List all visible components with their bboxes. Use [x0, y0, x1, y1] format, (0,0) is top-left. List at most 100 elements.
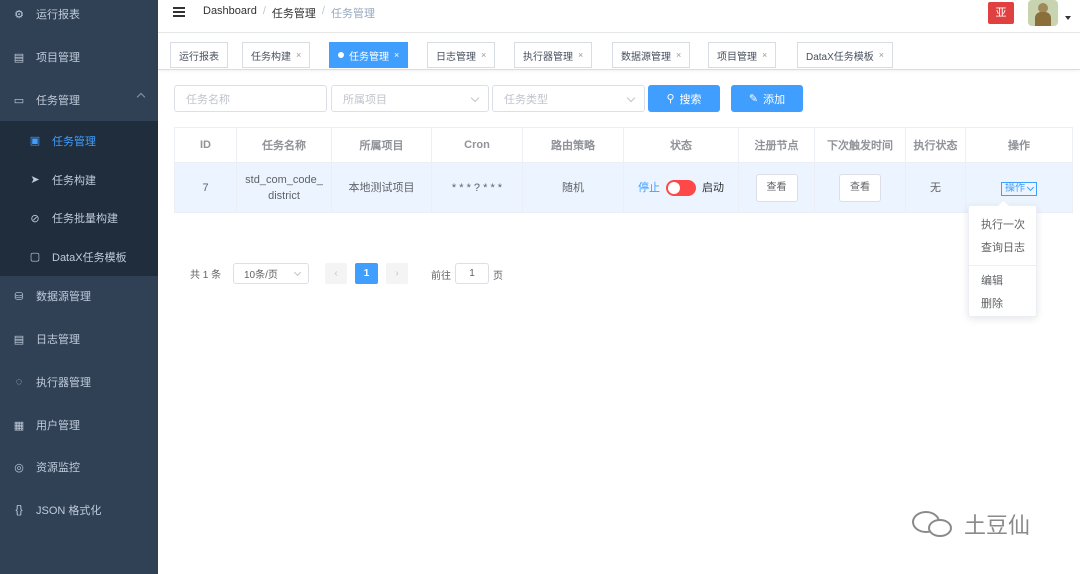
- sidebar-subitem-task-list[interactable]: ▣ 任务管理: [0, 121, 158, 160]
- table-header-row: ID 任务名称 所属项目 Cron 路由策略 状态 注册节点 下次触发时间 执行…: [174, 127, 1073, 163]
- caret-down-icon[interactable]: [1065, 16, 1071, 20]
- close-icon[interactable]: ×: [296, 50, 301, 60]
- cell-nodes: 查看: [738, 162, 815, 213]
- menu-divider: [969, 265, 1036, 266]
- tag-label: DataX任务模板: [806, 51, 874, 63]
- header-task-name: 任务名称: [236, 127, 332, 163]
- chevron-down-icon: [293, 268, 302, 277]
- add-button[interactable]: ✎ 添加: [731, 85, 803, 112]
- breadcrumb-dashboard[interactable]: Dashboard: [203, 5, 257, 21]
- tag-datax-template[interactable]: DataX任务模板 ×: [797, 42, 894, 68]
- tag-dashboard[interactable]: 运行报表: [170, 42, 228, 68]
- close-icon[interactable]: ×: [762, 50, 767, 60]
- project-select-placeholder: 所属项目: [343, 93, 387, 106]
- tag-task-management[interactable]: 任务管理 ×: [329, 42, 409, 68]
- tag-task-build[interactable]: 任务构建 ×: [242, 42, 311, 68]
- log-icon: ▤: [13, 333, 25, 346]
- header-status: 状态: [623, 127, 739, 163]
- status-on-label: 启动: [702, 181, 724, 194]
- tag-datasource[interactable]: 数据源管理 ×: [612, 42, 691, 68]
- avatar[interactable]: [1028, 0, 1058, 26]
- sidebar-subitem-task-build[interactable]: ➤ 任务构建: [0, 160, 158, 199]
- sidebar-item-label: 日志管理: [36, 334, 80, 346]
- sidebar-item-dashboard[interactable]: ⚙ 运行报表: [0, 0, 158, 34]
- sidebar: ⚙ 运行报表 ▤ 项目管理 ▭ 任务管理 ▣ 任务管理 ➤ 任务构建 ⊘ 任务批…: [0, 0, 158, 574]
- menu-item-query-log[interactable]: 查询日志: [981, 239, 1025, 255]
- sidebar-item-label: 任务批量构建: [52, 213, 118, 225]
- sidebar-item-log[interactable]: ▤ 日志管理: [0, 319, 158, 359]
- tag-label: 日志管理: [436, 51, 476, 63]
- menu-item-run-once[interactable]: 执行一次: [981, 216, 1025, 232]
- header-nodes: 注册节点: [738, 127, 815, 163]
- batch-icon: ⊘: [30, 212, 40, 225]
- task-name-input[interactable]: 任务名称: [174, 85, 327, 112]
- cell-next-trigger: 查看: [814, 162, 906, 213]
- page-size-select[interactable]: 10条/页: [233, 263, 309, 284]
- sidebar-item-label: DataX任务模板: [52, 251, 127, 264]
- close-icon[interactable]: ×: [578, 50, 583, 60]
- header-next-trigger: 下次触发时间: [814, 127, 906, 163]
- tag-executor[interactable]: 执行器管理 ×: [514, 42, 593, 68]
- status-toggle[interactable]: [666, 179, 696, 196]
- close-icon[interactable]: ×: [879, 50, 884, 60]
- header-actions: 操作: [965, 127, 1073, 163]
- search-button[interactable]: ⚲ 搜索: [648, 85, 720, 112]
- monitor-icon: ◎: [14, 461, 24, 474]
- sidebar-item-executor[interactable]: ◌ 执行器管理: [0, 362, 158, 402]
- watermark-text: 土豆仙: [964, 513, 1031, 538]
- goto-label: 前往: [431, 271, 451, 282]
- goto-suffix: 页: [493, 271, 503, 282]
- goto-page-input[interactable]: 1: [455, 263, 489, 284]
- close-icon[interactable]: ×: [481, 50, 486, 60]
- header-project: 所属项目: [331, 127, 432, 163]
- actions-dropdown-trigger[interactable]: 操作: [1001, 181, 1037, 196]
- task-table: ID 任务名称 所属项目 Cron 路由策略 状态 注册节点 下次触发时间 执行…: [174, 127, 1073, 213]
- next-page-button[interactable]: ›: [386, 263, 408, 284]
- sidebar-item-monitor[interactable]: ◎ 资源监控: [0, 447, 158, 487]
- template-icon: ▢: [29, 251, 41, 263]
- tag-project[interactable]: 项目管理 ×: [708, 42, 777, 68]
- tag-log[interactable]: 日志管理 ×: [427, 42, 496, 68]
- chevron-down-icon: [1026, 183, 1035, 191]
- view-next-trigger-button[interactable]: 查看: [839, 173, 881, 202]
- menu-item-delete[interactable]: 删除: [981, 295, 1003, 311]
- task-type-select[interactable]: 任务类型: [492, 85, 645, 112]
- sidebar-item-project[interactable]: ▤ 项目管理: [0, 37, 158, 77]
- page-number-button[interactable]: 1: [355, 263, 378, 284]
- tag-label: 执行器管理: [523, 51, 573, 63]
- sidebar-item-label: 任务构建: [52, 174, 96, 187]
- watermark: 土豆仙: [912, 508, 1030, 540]
- cell-cron: * * * ? * * *: [431, 162, 523, 213]
- cell-project: 本地测试项目: [331, 162, 432, 213]
- sidebar-item-datasource[interactable]: ⛁ 数据源管理: [0, 276, 158, 316]
- sidebar-subitem-datax-template[interactable]: ▢ DataX任务模板: [0, 237, 158, 276]
- project-select[interactable]: 所属项目: [331, 85, 489, 112]
- header-route: 路由策略: [522, 127, 624, 163]
- breadcrumb-separator: /: [262, 5, 266, 17]
- close-icon[interactable]: ×: [676, 50, 681, 60]
- user-badge[interactable]: 亚: [988, 2, 1014, 24]
- prev-page-button[interactable]: ‹: [325, 263, 347, 284]
- header-cron: Cron: [431, 127, 523, 163]
- sidebar-item-label: 任务管理: [52, 135, 96, 148]
- sidebar-item-json[interactable]: {} JSON 格式化: [0, 490, 158, 530]
- close-icon[interactable]: ×: [394, 50, 399, 60]
- sidebar-item-task-management[interactable]: ▭ 任务管理: [0, 80, 158, 120]
- add-button-label: 添加: [763, 93, 786, 106]
- chevron-down-icon: [470, 93, 480, 103]
- hamburger-icon[interactable]: [173, 7, 185, 19]
- sidebar-item-label: 执行器管理: [36, 377, 91, 389]
- page-size-value: 10条/页: [244, 270, 278, 281]
- breadcrumb-task-management[interactable]: 任务管理: [272, 5, 316, 21]
- sidebar-item-label: 项目管理: [36, 52, 80, 64]
- active-dot-icon: [338, 52, 344, 58]
- menu-item-edit[interactable]: 编辑: [981, 272, 1003, 288]
- sidebar-subitem-batch-build[interactable]: ⊘ 任务批量构建: [0, 199, 158, 237]
- tags-view: 运行报表 任务构建 × 任务管理 × 日志管理 × 执行器管理 × 数据源管理 …: [158, 34, 1080, 70]
- sidebar-item-label: 资源监控: [36, 462, 80, 474]
- search-button-label: 搜索: [679, 93, 702, 106]
- view-nodes-button[interactable]: 查看: [755, 173, 798, 202]
- sidebar-item-user[interactable]: ▦ 用户管理: [0, 405, 158, 445]
- header-id: ID: [174, 127, 237, 163]
- cell-id: 7: [174, 162, 237, 213]
